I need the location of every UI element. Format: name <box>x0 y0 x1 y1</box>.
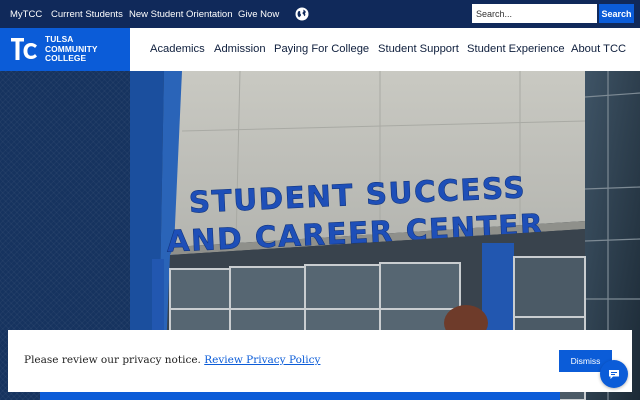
bottom-accent-strip <box>40 392 560 400</box>
privacy-notice-banner: Please review our privacy notice. Review… <box>8 330 632 392</box>
utility-link-current-students[interactable]: Current Students <box>51 9 123 20</box>
nav-academics[interactable]: Academics <box>150 43 205 55</box>
privacy-notice-text: Please review our privacy notice. <box>24 354 201 366</box>
logo-wordmark: TULSA COMMUNITY COLLEGE <box>45 34 98 64</box>
tcc-monogram-icon <box>11 38 37 60</box>
privacy-notice: Please review our privacy notice. Review… <box>24 354 320 366</box>
logo-line-college: COLLEGE <box>45 53 87 64</box>
chat-button[interactable] <box>600 360 628 388</box>
nav-admission[interactable]: Admission <box>214 43 266 55</box>
site-header: TULSA COMMUNITY COLLEGE Academics Admiss… <box>0 28 640 71</box>
utility-link-new-student-orientation[interactable]: New Student Orientation <box>129 9 233 20</box>
tcc-logo[interactable]: TULSA COMMUNITY COLLEGE <box>0 28 130 71</box>
privacy-policy-link[interactable]: Review Privacy Policy <box>204 354 320 366</box>
nav-about-tcc[interactable]: About TCC <box>571 43 626 55</box>
nav-student-support[interactable]: Student Support <box>378 43 459 55</box>
nav-student-experience[interactable]: Student Experience <box>467 43 565 55</box>
search-button[interactable]: Search <box>599 4 634 23</box>
chat-bubble-icon <box>609 369 619 379</box>
utility-link-mytcc[interactable]: MyTCC <box>10 9 42 20</box>
search-input[interactable] <box>472 4 597 23</box>
nav-paying-for-college[interactable]: Paying For College <box>274 43 369 55</box>
globe-icon[interactable] <box>295 7 309 21</box>
utility-bar: MyTCC Current Students New Student Orien… <box>0 0 640 28</box>
utility-link-give-now[interactable]: Give Now <box>238 9 279 20</box>
